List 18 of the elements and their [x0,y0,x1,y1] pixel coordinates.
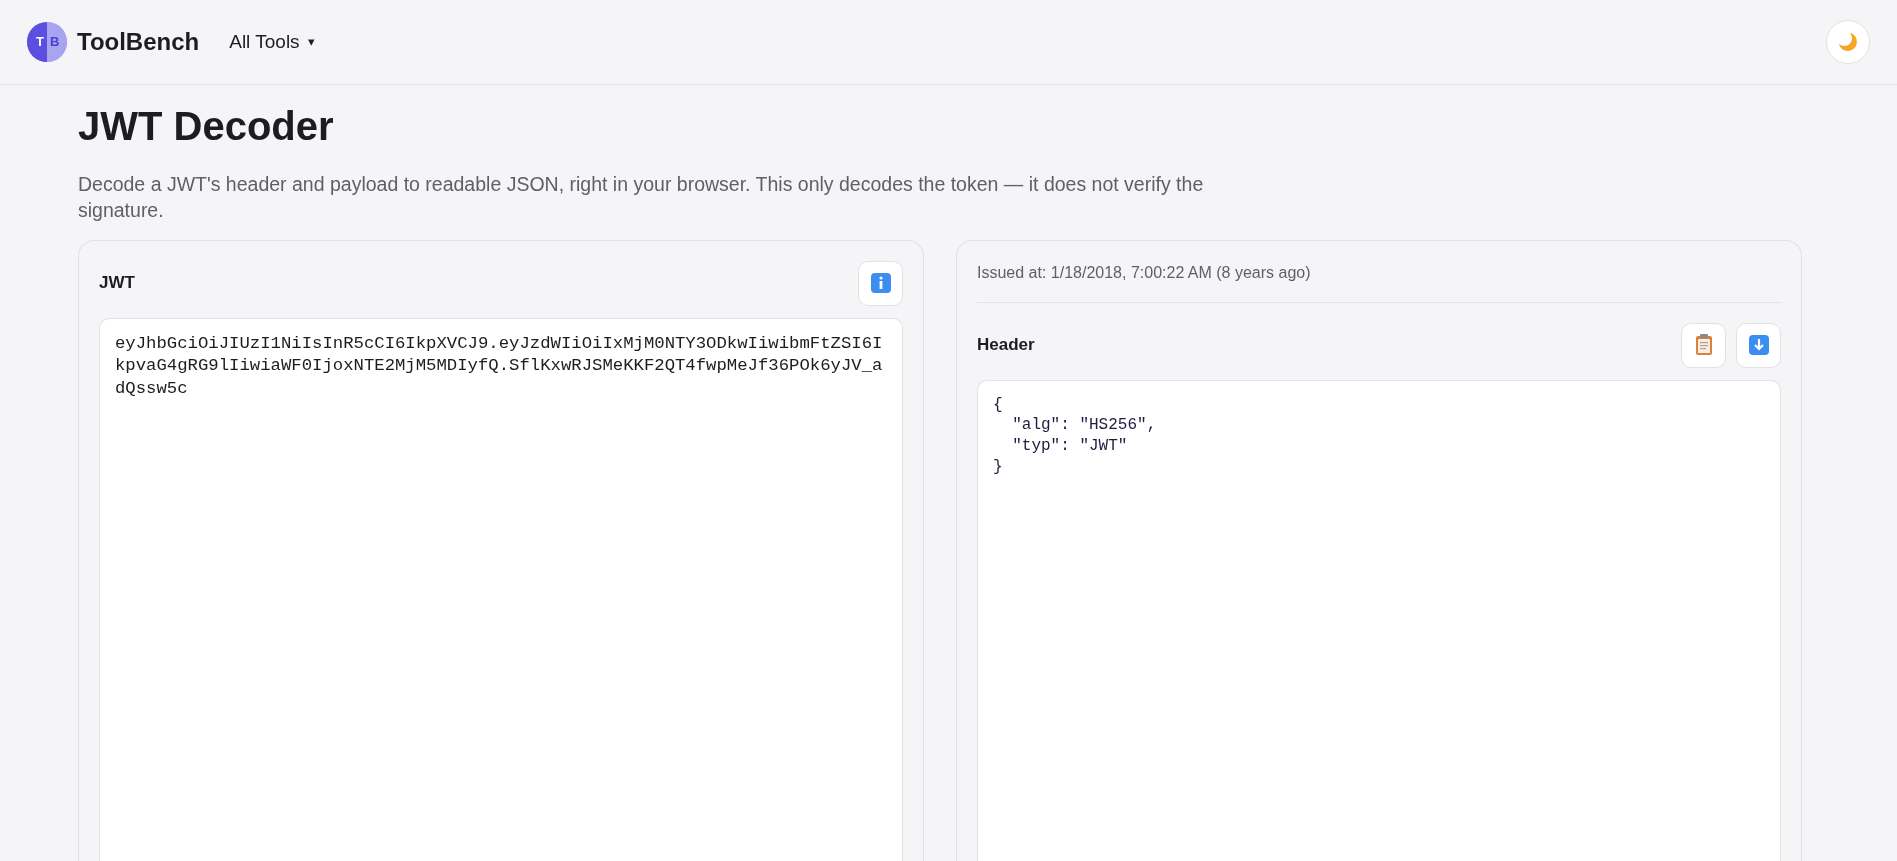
panel-label: JWT [99,272,135,295]
download-button[interactable] [1736,322,1781,368]
theme-toggle-button[interactable] [1826,20,1870,64]
info-button[interactable] [858,260,903,306]
copy-button[interactable] [1681,322,1726,368]
page-title: JWT Decoder [78,103,335,150]
info-icon [870,273,891,294]
page-description: Decode a JWT's header and payload to readable JSON, right in your browser. This only decodes the token — it does not verify the signature. [78,172,1205,224]
all-tools-menu[interactable]: All Tools ▾ [229,27,315,57]
section-label: Header [977,334,1035,357]
clipboard-icon [1694,334,1713,357]
logo-letter: T [27,22,47,62]
logo-letter: B [47,22,67,62]
header-json: { "alg": "HS256", "typ": "JWT" } [993,394,1158,478]
jwt-input-field[interactable]: eyJhbGciOiJIUzI1NiIsInR5cCI6IkpXVCJ9.eyJzdWIiOiIxMjM0NTY3ODkwIiwibmFtZSI6IkpvaG4gRG9lIiwiaWF0IjoxNTE2MjM5MDIyfQ.SflKxwRJSMeKKF2QT4fwpMeJf36POk6yJV_adQssw5c [99,317,903,861]
app-name[interactable]: ToolBench [77,24,200,60]
moon-icon [1837,31,1859,53]
issued-at-text: Issued at: 1/18/2018, 7:00:22 AM (8 years ago) [977,262,1312,283]
